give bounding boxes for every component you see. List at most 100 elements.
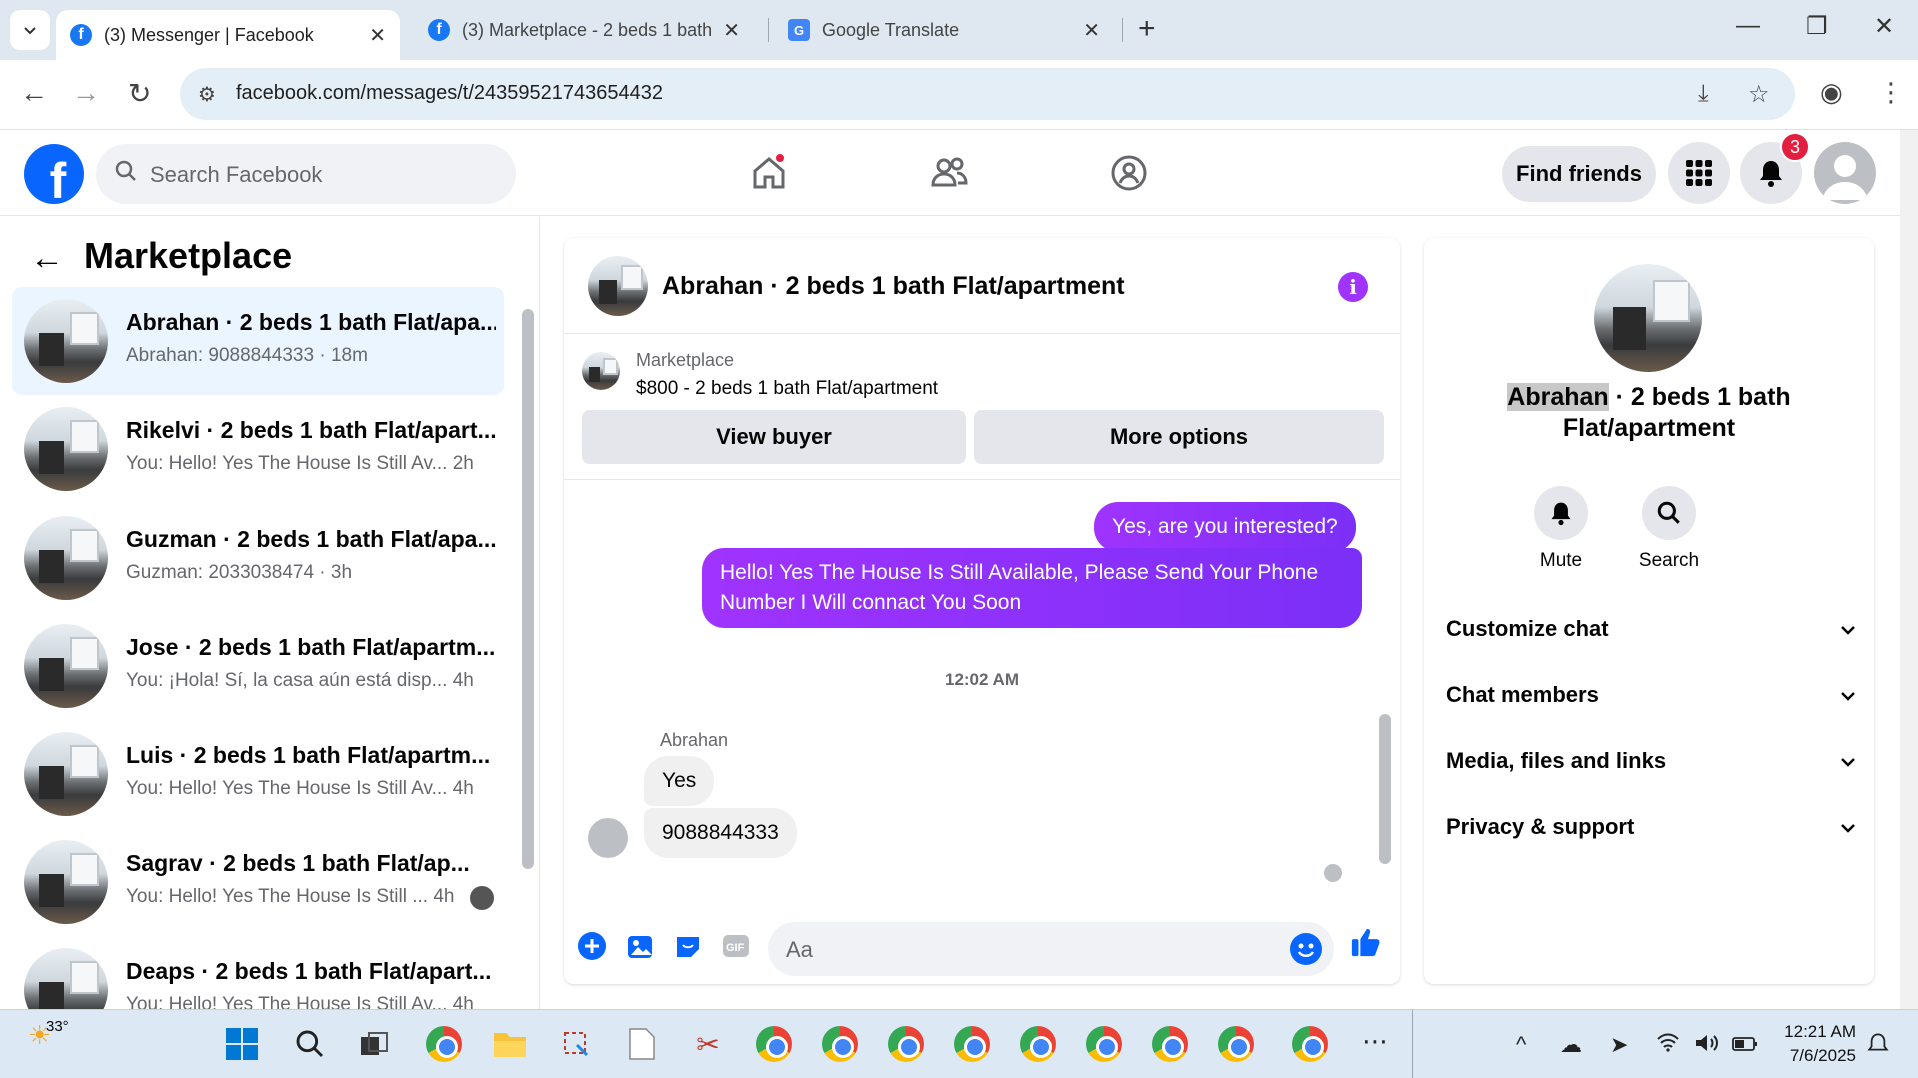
chrome-profile-icon[interactable] [1084, 1024, 1124, 1064]
incoming-message[interactable]: 9088844333 [644, 808, 797, 858]
more-options-button[interactable]: More options [974, 410, 1384, 464]
gif-icon[interactable]: GIF [720, 930, 752, 962]
facebook-logo-icon[interactable]: f [24, 144, 84, 204]
account-avatar[interactable] [1814, 142, 1876, 204]
chrome-taskbar-icon[interactable] [424, 1024, 464, 1064]
chrome-profile-icon[interactable] [886, 1024, 926, 1064]
snipping-tool-icon[interactable] [556, 1024, 596, 1064]
menu-grid-icon[interactable] [1668, 142, 1730, 204]
windows-start-icon[interactable] [222, 1024, 262, 1064]
volume-icon[interactable] [1694, 1032, 1720, 1060]
forward-button[interactable]: → [72, 77, 100, 109]
conversation-item[interactable]: Rikelvi · 2 beds 1 bath Flat/apart... Yo… [12, 395, 504, 503]
tab-google-translate[interactable]: G Google Translate ✕ [774, 8, 1114, 52]
mute-button[interactable]: Mute [1516, 486, 1606, 572]
chevron-down-icon [1841, 626, 1855, 635]
chevron-down-icon [1841, 692, 1855, 701]
notepad-icon[interactable] [622, 1024, 662, 1064]
groups-nav-icon[interactable] [1104, 148, 1154, 198]
info-icon[interactable]: i [1338, 272, 1368, 302]
message-input[interactable]: Aa [768, 922, 1334, 976]
conversation-item[interactable]: Sagrav · 2 beds 1 bath Flat/ap... You: H… [12, 828, 504, 936]
onedrive-cloud-icon[interactable]: ☁ [1560, 1032, 1582, 1058]
listing-thumbnail [24, 732, 108, 816]
reload-button[interactable]: ↻ [128, 77, 151, 110]
task-view-icon[interactable] [354, 1024, 394, 1064]
chat-title[interactable]: Abrahan · 2 beds 1 bath Flat/apartment [662, 272, 1125, 301]
thumbs-up-icon[interactable] [1350, 926, 1382, 958]
address-bar[interactable]: ⚙ facebook.com/messages/t/24359521743654… [180, 68, 1795, 120]
battery-icon[interactable] [1732, 1032, 1758, 1058]
profile-icon[interactable]: ◉ [1820, 77, 1843, 108]
conversation-item[interactable]: Jose · 2 beds 1 bath Flat/apartm... You:… [12, 612, 504, 720]
windows-taskbar: ☀ 33° ✂ ⋯ ^ ☁ ➤ 12:21 AM 7/6/2025 [0, 1009, 1918, 1078]
home-nav-icon[interactable] [744, 148, 794, 198]
conversation-item[interactable]: Guzman · 2 beds 1 bath Flat/apa... Guzma… [12, 504, 504, 612]
tab-messenger[interactable]: f (3) Messenger | Facebook ✕ [56, 10, 400, 60]
back-button[interactable]: ← [20, 77, 48, 109]
media-files-links-section[interactable]: Media, files and links [1446, 748, 1858, 788]
conversation-preview: You: Hello! Yes The House Is Still Av...… [126, 453, 474, 474]
chrome-profile-icon[interactable] [1216, 1024, 1256, 1064]
sticker-icon[interactable] [672, 930, 704, 962]
outgoing-message[interactable]: Hello! Yes The House Is Still Available,… [702, 548, 1362, 628]
outgoing-message[interactable]: Yes, are you interested? [1094, 502, 1356, 552]
listing-price[interactable]: $800 - 2 beds 1 bath Flat/apartment [636, 378, 938, 400]
taskbar-search-icon[interactable] [290, 1024, 330, 1064]
marketplace-listing-card: Marketplace $800 - 2 beds 1 bath Flat/ap… [564, 334, 1400, 480]
notification-center-icon[interactable] [1866, 1032, 1890, 1062]
privacy-support-section[interactable]: Privacy & support [1446, 814, 1858, 854]
conversation-list-scrollbar[interactable] [522, 309, 534, 869]
menu-kebab-icon[interactable]: ⋮ [1878, 77, 1904, 108]
customize-chat-section[interactable]: Customize chat [1446, 616, 1858, 656]
page-scrollbar[interactable] [1900, 130, 1918, 1009]
emoji-icon[interactable] [1290, 933, 1322, 965]
home-notification-dot [774, 152, 786, 164]
minimize-button[interactable]: — [1736, 12, 1760, 40]
sender-avatar[interactable] [588, 818, 628, 858]
chrome-profile-icon[interactable] [952, 1024, 992, 1064]
chat-listing-thumbnail[interactable] [588, 256, 648, 316]
sender-name: Abrahan [660, 730, 729, 750]
find-friends-button[interactable]: Find friends [1502, 146, 1656, 202]
wifi-icon[interactable] [1656, 1032, 1680, 1058]
incoming-message[interactable]: Yes [644, 756, 715, 806]
chrome-profile-icon[interactable] [1150, 1024, 1190, 1064]
plus-circle-icon[interactable] [576, 930, 608, 962]
details-title-name: Abrahan [1507, 383, 1609, 411]
chat-window: Abrahan · 2 beds 1 bath Flat/apartment i… [564, 238, 1400, 984]
location-arrow-icon[interactable]: ➤ [1610, 1032, 1628, 1058]
chrome-profile-icon[interactable] [820, 1024, 860, 1064]
view-buyer-button[interactable]: View buyer [582, 410, 966, 464]
show-hidden-icons-chevron-icon[interactable]: ^ [1516, 1032, 1526, 1058]
conversation-item[interactable]: Abrahan · 2 beds 1 bath Flat/apa... Abra… [12, 287, 504, 395]
scissors-app-icon[interactable]: ✂ [688, 1024, 728, 1064]
file-explorer-icon[interactable] [490, 1024, 530, 1064]
bookmark-star-icon[interactable]: ☆ [1748, 80, 1770, 109]
chrome-profile-icon[interactable] [1018, 1024, 1058, 1064]
new-tab-button[interactable]: + [1138, 12, 1156, 46]
close-tab-icon[interactable]: ✕ [1083, 18, 1100, 43]
conversation-item[interactable]: Luis · 2 beds 1 bath Flat/apartm... You:… [12, 720, 504, 828]
close-window-button[interactable]: ✕ [1874, 12, 1894, 41]
restore-button[interactable]: ❐ [1806, 12, 1828, 41]
search-in-chat-button[interactable]: Search [1624, 486, 1714, 572]
chat-members-section[interactable]: Chat members [1446, 682, 1858, 722]
site-info-icon[interactable]: ⚙ [198, 82, 216, 107]
facebook-search-input[interactable]: Search Facebook [96, 144, 516, 204]
system-clock[interactable]: 12:21 AM 7/6/2025 [1776, 1020, 1856, 1068]
conversation-item[interactable]: Deaps · 2 beds 1 bath Flat/apart... You:… [12, 936, 504, 1009]
tab-marketplace[interactable]: f (3) Marketplace - 2 beds 1 bath ✕ [414, 8, 754, 52]
weather-widget[interactable]: ☀ 33° [28, 1018, 69, 1051]
chrome-profile-icon[interactable] [1290, 1024, 1330, 1064]
close-tab-icon[interactable]: ✕ [723, 18, 740, 43]
photo-icon[interactable] [624, 930, 656, 962]
chrome-profile-icon[interactable] [754, 1024, 794, 1064]
close-tab-icon[interactable]: ✕ [369, 23, 386, 48]
more-apps-icon[interactable]: ⋯ [1362, 1026, 1388, 1057]
friends-nav-icon[interactable] [924, 148, 974, 198]
message-scrollbar[interactable] [1379, 714, 1391, 864]
install-app-icon[interactable]: ⤓ [1698, 80, 1709, 108]
tab-search-button[interactable] [10, 10, 50, 50]
back-arrow-icon[interactable]: ← [30, 239, 64, 278]
